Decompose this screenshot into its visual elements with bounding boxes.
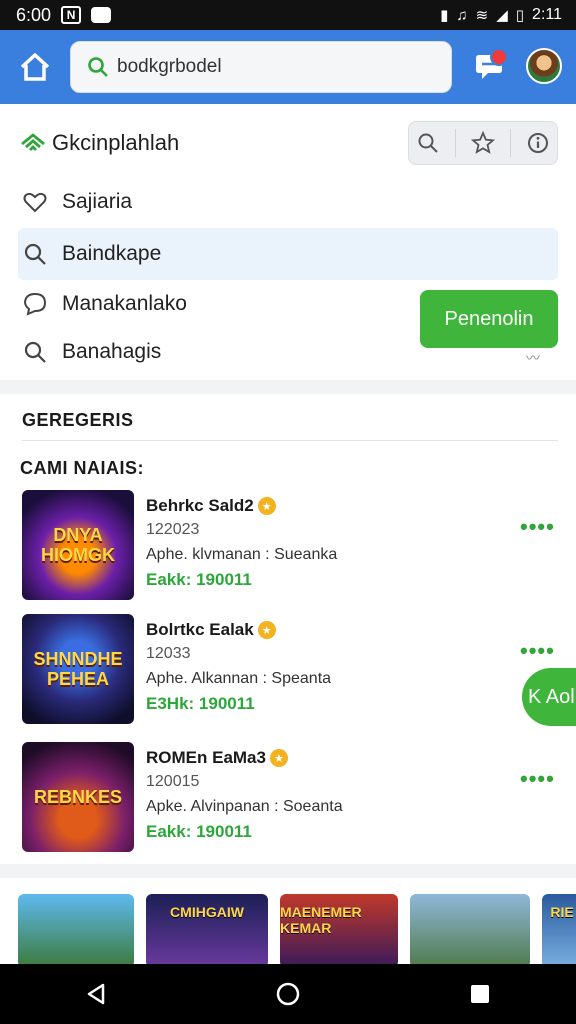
star-icon [470, 131, 495, 154]
search-input[interactable] [117, 56, 417, 78]
more-options-icon[interactable]: •••• [520, 766, 555, 792]
game-description: Aphe. Alkannan : Speanta [146, 670, 332, 687]
notification-badge [490, 48, 508, 66]
game-thumbnail[interactable]: DNYA HIOMGK [22, 490, 134, 600]
toolbar-divider [509, 129, 511, 157]
home-circle-icon [276, 982, 300, 1006]
section-title: GEREGERIS [22, 410, 134, 430]
info-tool-button[interactable] [526, 131, 550, 155]
game-thumbnail[interactable]: SHNNDHE PEHEA [22, 614, 134, 724]
rating-badge-icon: ★ [257, 621, 276, 639]
info-icon [527, 133, 548, 153]
menu-item-2[interactable]: Manakanlako [18, 278, 408, 330]
search-tool-button[interactable] [416, 131, 440, 155]
game-title-text: Behrkc Sald2 [146, 496, 254, 515]
toolbar [408, 121, 558, 165]
game-number: 120015 [146, 773, 200, 790]
status-bar: 6:00 N ▮ ♫ ≋ ◢ ▯ 2:11 [0, 0, 576, 30]
recents-square-icon [471, 985, 489, 1003]
menu-item-1[interactable]: Baindkape [18, 228, 558, 280]
home-nav-button[interactable] [268, 974, 308, 1014]
system-nav-bar [0, 964, 576, 1024]
game-price: Eakk: 190011 [146, 822, 252, 841]
menu-item-label: Sajiaria [62, 190, 133, 213]
section-divider [22, 440, 558, 441]
recents-button[interactable] [460, 974, 500, 1014]
brand: Gkcinplahlah [20, 130, 179, 156]
back-button[interactable] [76, 974, 116, 1014]
menu-item-label: Banahagis [62, 340, 162, 363]
game-thumbnail[interactable]: REBNKES [22, 742, 134, 852]
carousel-item[interactable] [410, 894, 530, 966]
toolbar-divider [455, 129, 457, 157]
game-row[interactable]: REBNKES ROMEn EaMa3 ★ 120015 Apke. Alvin… [0, 742, 576, 858]
brand-logo-icon [21, 133, 45, 151]
game-number: 122023 [146, 521, 200, 538]
rating-badge-icon: ★ [257, 497, 276, 515]
game-price: Eakk: 190011 [146, 570, 252, 589]
search-box[interactable] [70, 41, 452, 93]
menu-item-0[interactable]: Sajiaria [18, 176, 558, 228]
carousel-item[interactable]: CMIHGAIW [146, 894, 268, 966]
game-carousel: CMIHGAIW MAENEMER KEMAR RIE [0, 878, 576, 966]
app-bar [0, 30, 576, 104]
status-right: ▮ ♫ ≋ ◢ ▯ 2:11 [440, 6, 562, 24]
signal-icon: ◢ [496, 7, 508, 24]
search-icon [24, 341, 46, 363]
game-title: Bolrtkc Ealak ★ [146, 620, 276, 640]
notification-n-icon: N [61, 6, 82, 24]
search-icon [418, 133, 439, 153]
floating-action-button[interactable]: K Aol [522, 668, 576, 726]
back-triangle-icon [87, 983, 105, 1005]
status-clock-right: 2:11 [532, 6, 562, 23]
avatar[interactable] [526, 48, 562, 84]
chat-bubble-icon [23, 292, 47, 316]
game-title: Behrkc Sald2 ★ [146, 496, 276, 516]
menu-item-label: Baindkape [62, 242, 162, 265]
game-price: E3Hk: 190011 [146, 694, 255, 713]
brand-title: Gkcinplahlah [52, 130, 180, 155]
game-description: Apke. Alvinpanan : Soeanta [146, 798, 343, 815]
home-button[interactable] [18, 50, 52, 84]
game-row[interactable]: DNYA HIOMGK Behrkc Sald2 ★ 122023 Aphe. … [0, 490, 576, 606]
heart-icon [23, 192, 47, 213]
carousel-item[interactable]: RIE [542, 894, 576, 966]
game-title-text: ROMEn EaMa3 [146, 748, 266, 767]
primary-action-button[interactable]: Penenolin [420, 290, 558, 348]
more-options-icon[interactable]: •••• [520, 514, 555, 540]
vibrate-icon: ▮ [440, 7, 449, 24]
status-left: 6:00 N [16, 4, 112, 26]
game-number: 12033 [146, 645, 191, 662]
more-options-icon[interactable]: •••• [520, 638, 555, 664]
status-time: 6:00 [16, 4, 52, 25]
game-title-text: Bolrtkc Ealak [146, 620, 254, 639]
message-icon [91, 7, 112, 23]
menu-item-label: Manakanlako [62, 292, 187, 315]
section-subtitle: CAMI NAIAIS: [20, 458, 144, 478]
rating-badge-icon: ★ [269, 749, 288, 767]
game-description: Aphe. klvmanan : Sueanka [146, 546, 338, 563]
wifi-icon: ≋ [475, 7, 489, 24]
game-title: ROMEn EaMa3 ★ [146, 748, 288, 768]
game-row[interactable]: SHNNDHE PEHEA Bolrtkc Ealak ★ 12033 Aphe… [0, 614, 576, 730]
favorite-tool-button[interactable] [470, 131, 495, 155]
carousel-item[interactable]: MAENEMER KEMAR [280, 894, 398, 966]
expand-handle-icon[interactable]: 〰 [526, 348, 540, 368]
games-card: GEREGERIS CAMI NAIAIS: DNYA HIOMGK Behrk… [0, 394, 576, 864]
battery-icon: ▯ [515, 7, 525, 24]
top-card: Gkcinplahlah Sajiaria Baindkape Manakanl… [0, 104, 576, 380]
home-icon [20, 53, 50, 81]
search-icon [24, 243, 46, 265]
menu-item-3[interactable]: Banahagis [18, 326, 408, 378]
sound-icon: ♫ [456, 6, 468, 24]
carousel-item[interactable] [18, 894, 134, 966]
search-icon [88, 57, 108, 77]
